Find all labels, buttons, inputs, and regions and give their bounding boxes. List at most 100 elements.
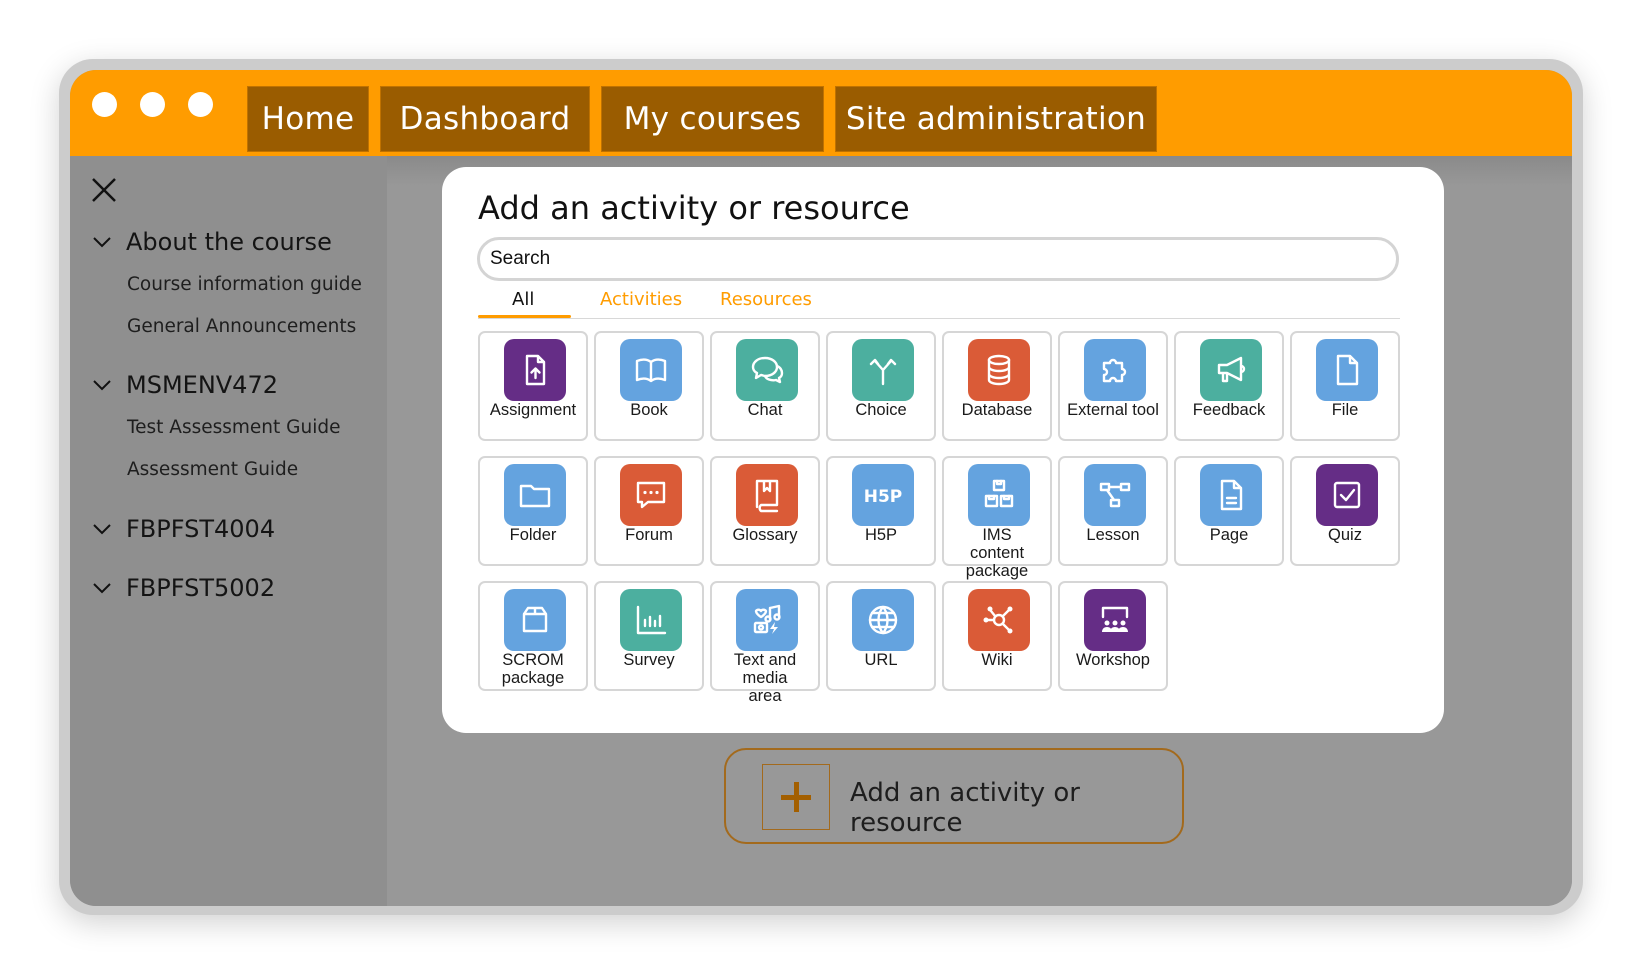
title-bar: Home Dashboard My courses Site administr…	[70, 70, 1572, 156]
activity-label: Survey	[623, 651, 675, 669]
section-fbpfst5002[interactable]: FBPFST5002	[92, 574, 275, 602]
window-control-dot[interactable]	[188, 92, 213, 117]
sidebar-item-course-information-guide[interactable]: Course information guide	[127, 274, 362, 295]
h5p-icon: H5P	[852, 464, 914, 526]
activity-tile-file[interactable]: File	[1290, 331, 1400, 441]
section-title: MSMENV472	[126, 371, 278, 399]
chat-icon	[736, 339, 798, 401]
activity-label: Text and media area	[733, 651, 797, 705]
section-fbpfst4004[interactable]: FBPFST4004	[92, 515, 275, 543]
sidebar-item-assessment-guide[interactable]: Assessment Guide	[127, 459, 298, 480]
close-icon[interactable]	[90, 176, 118, 204]
activity-label: Database	[961, 401, 1033, 419]
section-title: FBPFST5002	[126, 574, 276, 602]
glossary-icon	[736, 464, 798, 526]
choice-icon	[852, 339, 914, 401]
add-activity-button[interactable]: Add an activity or resource	[724, 748, 1184, 844]
activity-tile-url[interactable]: URL	[826, 581, 936, 691]
add-activity-label: Add an activity or resource	[850, 778, 1080, 838]
chevron-down-icon	[93, 237, 111, 248]
forum-icon	[620, 464, 682, 526]
activity-label: Lesson	[1086, 526, 1140, 544]
activity-tile-lesson[interactable]: Lesson	[1058, 456, 1168, 566]
text-media-icon	[736, 589, 798, 651]
activity-tile-workshop[interactable]: Workshop	[1058, 581, 1168, 691]
activity-tile-glossary[interactable]: Glossary	[710, 456, 820, 566]
nav-tab-my-courses[interactable]: My courses	[601, 86, 824, 152]
modal-title: Add an activity or resource	[478, 189, 910, 227]
database-icon	[968, 339, 1030, 401]
section-title: FBPFST4004	[126, 515, 276, 543]
activity-label: Glossary	[732, 526, 798, 544]
activity-label: External tool	[1067, 401, 1159, 419]
activity-tile-h5p[interactable]: H5P H5P	[826, 456, 936, 566]
activity-tile-external-tool[interactable]: External tool	[1058, 331, 1168, 441]
search-input[interactable]	[477, 237, 1399, 281]
activity-tile-chat[interactable]: Chat	[710, 331, 820, 441]
window-control-dot[interactable]	[92, 92, 117, 117]
activity-label: Feedback	[1192, 401, 1266, 419]
sidebar-item-general-announcements[interactable]: General Announcements	[127, 316, 356, 337]
activity-tile-survey[interactable]: Survey	[594, 581, 704, 691]
tab-activities[interactable]: Activities	[600, 289, 682, 310]
tab-all[interactable]: All	[512, 289, 534, 310]
activity-label: Assignment	[489, 401, 577, 419]
activity-label: Book	[630, 401, 668, 419]
activity-label: Wiki	[981, 651, 1013, 669]
activity-tile-wiki[interactable]: Wiki	[942, 581, 1052, 691]
tab-resources[interactable]: Resources	[720, 289, 812, 310]
megaphone-icon	[1200, 339, 1262, 401]
svg-text:H5P: H5P	[864, 487, 903, 507]
survey-icon	[620, 589, 682, 651]
section-about-the-course[interactable]: About the course	[92, 228, 332, 256]
activity-label: Workshop	[1076, 651, 1150, 669]
page-icon	[1200, 464, 1262, 526]
activity-tile-assignment[interactable]: Assignment	[478, 331, 588, 441]
chevron-down-icon	[93, 583, 111, 594]
activity-label: Chat	[747, 401, 783, 419]
activity-label: Forum	[625, 526, 673, 544]
assignment-icon	[504, 339, 566, 401]
activity-label: SCROM package	[501, 651, 565, 687]
workshop-icon	[1084, 589, 1146, 651]
window-control-dot[interactable]	[140, 92, 165, 117]
activity-label: Quiz	[1328, 526, 1362, 544]
quiz-icon	[1316, 464, 1378, 526]
activity-tile-choice[interactable]: Choice	[826, 331, 936, 441]
section-msmenv472[interactable]: MSMENV472	[92, 371, 278, 399]
activity-chooser-modal: Add an activity or resource All Activiti…	[442, 167, 1444, 733]
sidebar-item-test-assessment-guide[interactable]: Test Assessment Guide	[127, 417, 341, 438]
activity-tile-feedback[interactable]: Feedback	[1174, 331, 1284, 441]
activity-tile-scrom-package[interactable]: SCROM package	[478, 581, 588, 691]
nav-tab-site-administration[interactable]: Site administration	[835, 86, 1157, 152]
activity-label: File	[1331, 401, 1359, 419]
activity-label: Folder	[509, 526, 557, 544]
activity-tile-quiz[interactable]: Quiz	[1290, 456, 1400, 566]
activity-label: Choice	[855, 401, 907, 419]
activity-tile-page[interactable]: Page	[1174, 456, 1284, 566]
activity-label: Page	[1209, 526, 1249, 544]
course-index-sidebar: About the course Course information guid…	[70, 156, 387, 906]
chooser-tabs: All Activities Resources	[478, 287, 1400, 319]
activity-tile-forum[interactable]: Forum	[594, 456, 704, 566]
scorm-icon	[504, 589, 566, 651]
activity-tile-folder[interactable]: Folder	[478, 456, 588, 566]
file-icon	[1316, 339, 1378, 401]
ims-package-icon	[968, 464, 1030, 526]
chevron-down-icon	[93, 380, 111, 391]
puzzle-icon	[1084, 339, 1146, 401]
activity-tile-text-and-media-area[interactable]: Text and media area	[710, 581, 820, 705]
activity-label: URL	[864, 651, 898, 669]
plus-icon	[762, 764, 830, 830]
nav-tab-dashboard[interactable]: Dashboard	[380, 86, 590, 152]
wiki-icon	[968, 589, 1030, 651]
section-title: About the course	[126, 228, 332, 256]
active-tab-indicator	[478, 315, 571, 318]
activity-tile-book[interactable]: Book	[594, 331, 704, 441]
activity-tile-database[interactable]: Database	[942, 331, 1052, 441]
activity-tile-ims-content-package[interactable]: IMS content package	[942, 456, 1052, 580]
folder-icon	[504, 464, 566, 526]
book-icon	[620, 339, 682, 401]
nav-tab-home[interactable]: Home	[247, 86, 369, 152]
lesson-icon	[1084, 464, 1146, 526]
